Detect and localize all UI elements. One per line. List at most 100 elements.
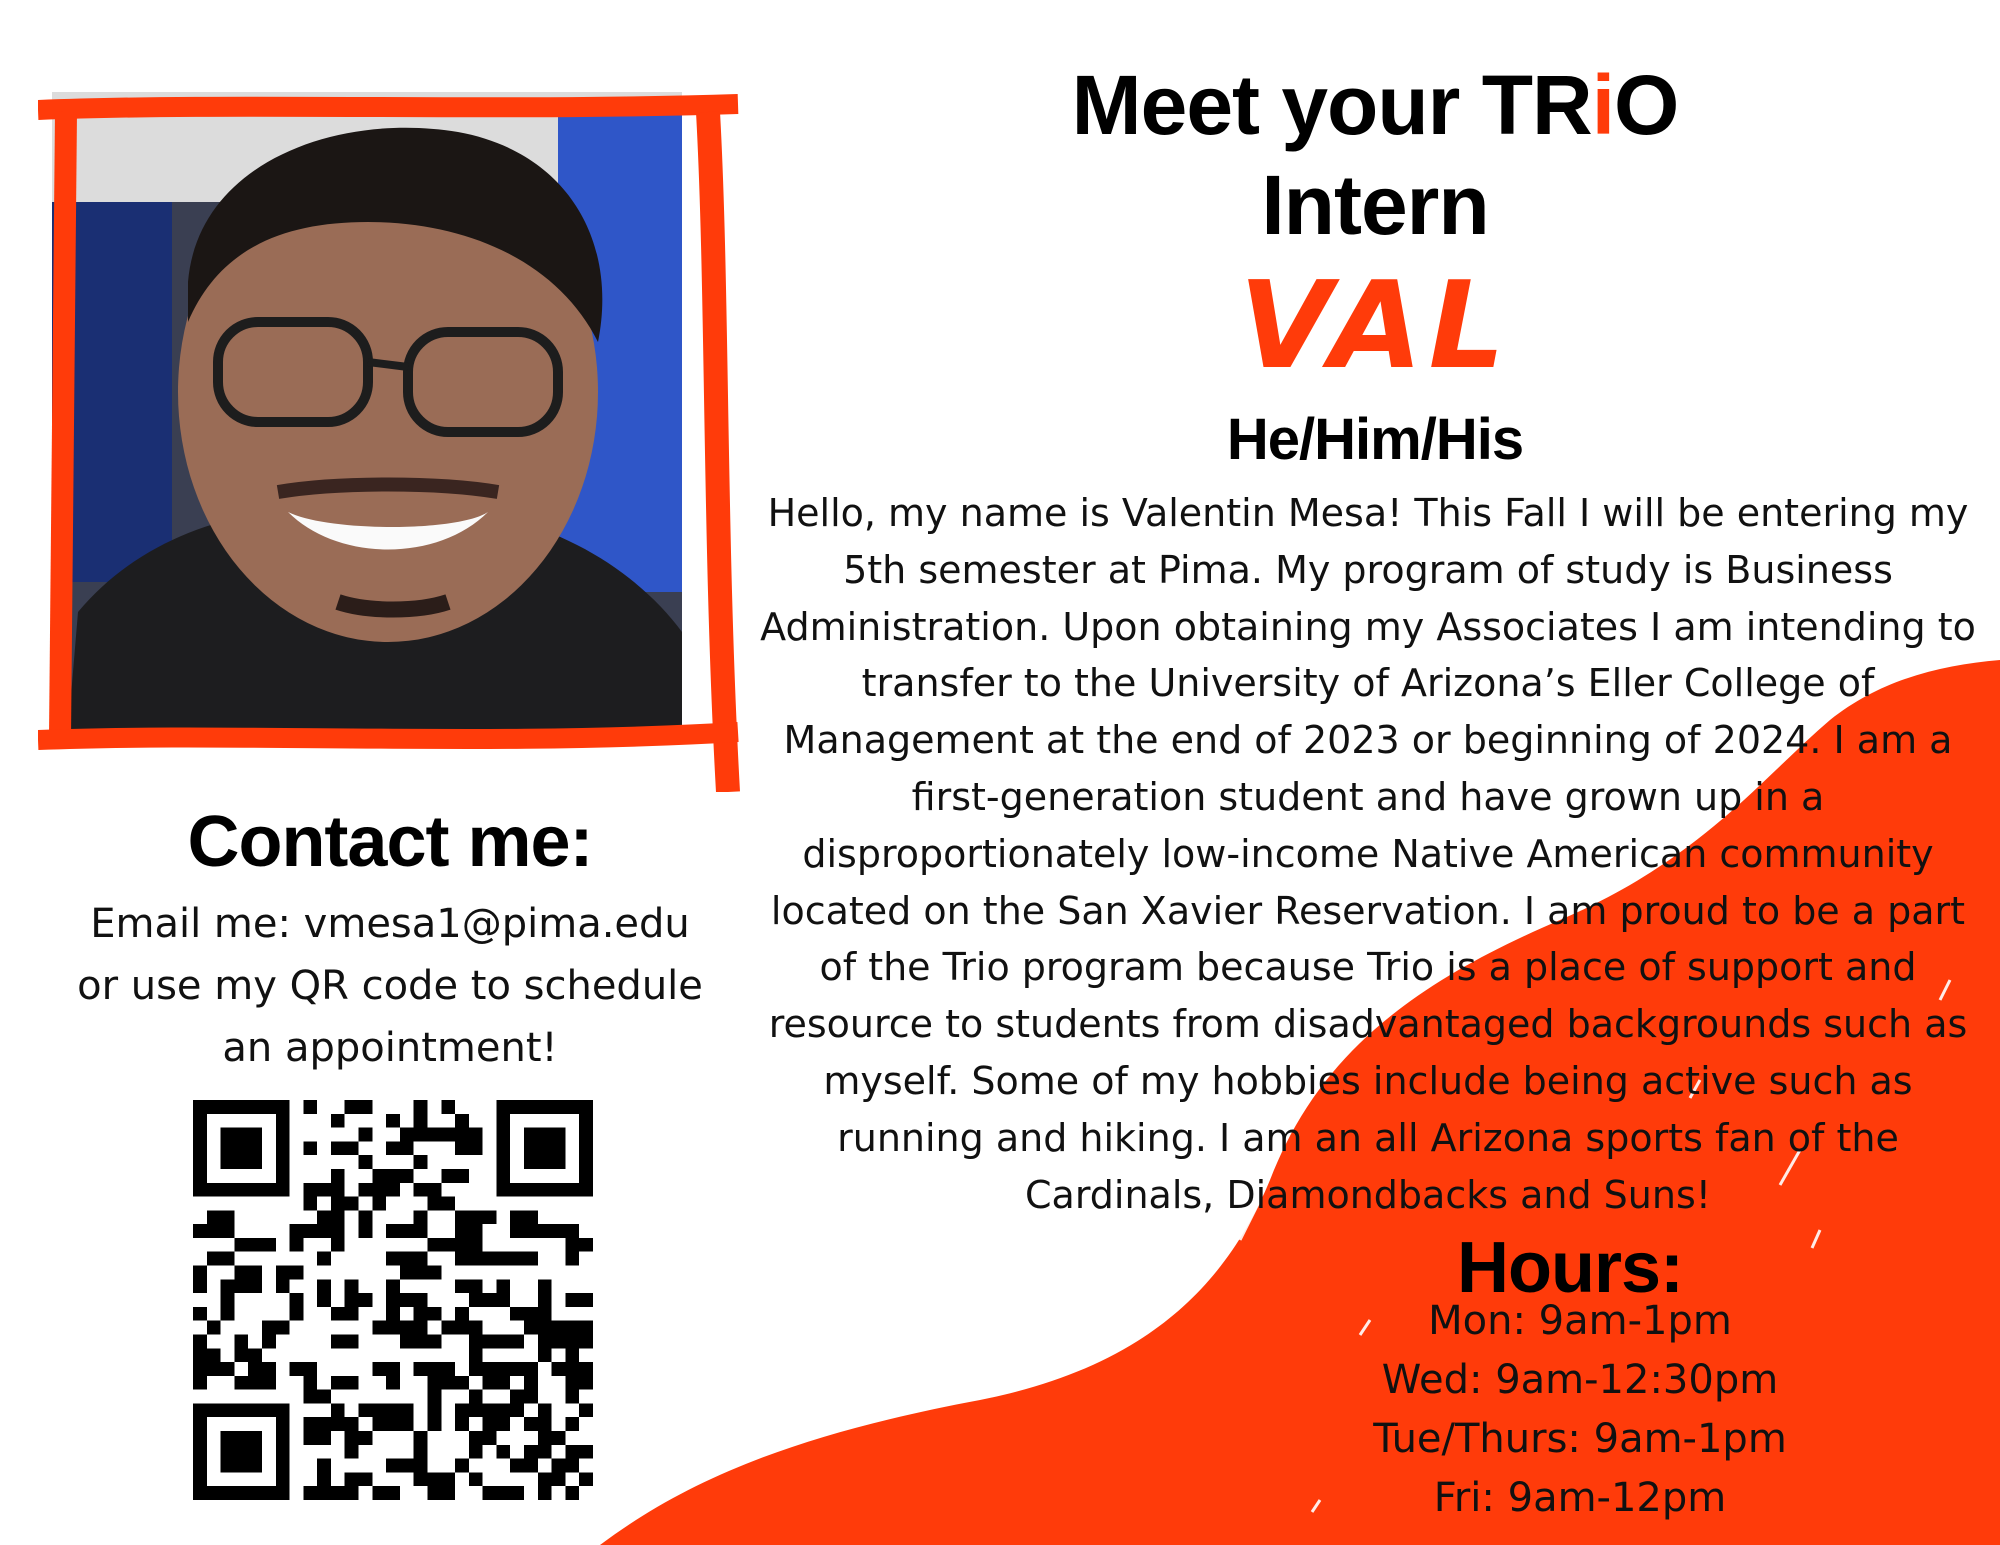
qr-module xyxy=(344,1472,359,1487)
hours-item: Wed: 9am-12:30pm xyxy=(1381,1357,1779,1403)
qr-module xyxy=(468,1472,483,1487)
qr-module xyxy=(386,1224,400,1238)
qr-module xyxy=(275,1320,290,1335)
qr-module xyxy=(551,1182,566,1197)
qr-module xyxy=(482,1417,497,1432)
qr-module xyxy=(330,1210,345,1225)
qr-module xyxy=(248,1444,262,1459)
qr-module xyxy=(496,1375,511,1390)
qr-module xyxy=(330,1306,345,1321)
qr-module xyxy=(344,1293,359,1307)
qr-module xyxy=(372,1417,387,1432)
qr-module xyxy=(468,1431,483,1445)
qr-module xyxy=(579,1334,593,1349)
qr-module xyxy=(468,1362,483,1376)
intern-bio: Hello, my name is Valentin Mesa! This Fa… xyxy=(760,491,1976,1217)
qr-module xyxy=(399,1251,414,1266)
qr-module xyxy=(261,1486,276,1500)
qr-module xyxy=(551,1334,566,1349)
qr-module xyxy=(455,1168,469,1183)
qr-module xyxy=(261,1362,276,1376)
qr-module xyxy=(551,1127,566,1142)
qr-module xyxy=(427,1417,442,1432)
qr-module xyxy=(317,1279,331,1294)
qr-module xyxy=(579,1403,593,1418)
qr-module xyxy=(303,1100,318,1114)
qr-module xyxy=(303,1389,318,1404)
qr-module xyxy=(317,1182,331,1197)
qr-module xyxy=(579,1127,593,1142)
qr-module xyxy=(455,1141,469,1156)
title-i: i xyxy=(1591,58,1615,152)
intern-pronouns: He/Him/His xyxy=(1226,407,1524,472)
qr-module xyxy=(510,1100,525,1114)
qr-module xyxy=(399,1265,414,1280)
qr-module xyxy=(524,1155,538,1169)
qr-module xyxy=(275,1155,290,1169)
qr-module xyxy=(565,1237,580,1252)
qr-module xyxy=(220,1306,235,1321)
qr-code[interactable] xyxy=(193,1100,593,1500)
qr-module xyxy=(482,1375,497,1390)
qr-module xyxy=(455,1279,469,1294)
qr-module xyxy=(330,1224,345,1238)
qr-module xyxy=(579,1320,593,1335)
qr-module xyxy=(427,1127,442,1142)
contact-email[interactable]: Email me: vmesa1@pima.edu xyxy=(40,893,740,955)
qr-module xyxy=(234,1403,249,1418)
qr-module xyxy=(193,1306,207,1321)
qr-module xyxy=(317,1389,331,1404)
qr-module xyxy=(551,1141,566,1156)
qr-module xyxy=(537,1472,552,1487)
qr-module xyxy=(275,1265,290,1280)
qr-module xyxy=(248,1182,262,1197)
qr-module xyxy=(441,1100,456,1114)
qr-module xyxy=(193,1279,207,1294)
qr-module xyxy=(510,1486,525,1500)
intern-photo xyxy=(38,92,740,792)
qr-module xyxy=(441,1168,456,1183)
qr-module xyxy=(344,1486,359,1500)
qr-module xyxy=(248,1279,262,1294)
qr-module xyxy=(496,1362,511,1376)
title-suffix: O xyxy=(1614,58,1679,152)
qr-module xyxy=(413,1320,428,1335)
qr-module xyxy=(482,1362,497,1376)
qr-module xyxy=(537,1417,552,1432)
qr-module xyxy=(510,1210,525,1225)
qr-module xyxy=(289,1224,304,1238)
qr-module xyxy=(510,1334,525,1349)
qr-module xyxy=(344,1334,359,1349)
qr-module xyxy=(455,1320,469,1335)
qr-module xyxy=(206,1348,221,1363)
qr-module xyxy=(455,1251,469,1266)
qr-module xyxy=(330,1196,345,1211)
qr-module xyxy=(399,1141,414,1156)
intern-name: VAL xyxy=(1238,257,1512,396)
qr-module xyxy=(413,1100,428,1114)
contact-qr-text: or use my QR code to schedule xyxy=(77,963,703,1009)
qr-module xyxy=(358,1431,373,1445)
qr-module xyxy=(455,1237,469,1252)
qr-module xyxy=(344,1375,359,1390)
qr-module xyxy=(427,1486,442,1500)
qr-module xyxy=(220,1100,235,1114)
qr-module xyxy=(317,1486,331,1500)
qr-module xyxy=(482,1486,497,1500)
qr-module xyxy=(468,1389,483,1404)
qr-module xyxy=(317,1417,331,1432)
qr-module xyxy=(565,1458,580,1473)
qr-module xyxy=(248,1100,262,1114)
qr-module xyxy=(524,1306,538,1321)
qr-module xyxy=(579,1182,593,1197)
qr-module xyxy=(344,1196,359,1211)
qr-module xyxy=(275,1458,290,1473)
qr-module xyxy=(510,1251,525,1266)
qr-module xyxy=(330,1334,345,1349)
qr-module xyxy=(413,1113,428,1128)
qr-module xyxy=(193,1486,207,1500)
qr-module xyxy=(537,1141,552,1156)
qr-module xyxy=(579,1375,593,1390)
qr-module xyxy=(565,1293,580,1307)
qr-module xyxy=(193,1100,207,1114)
